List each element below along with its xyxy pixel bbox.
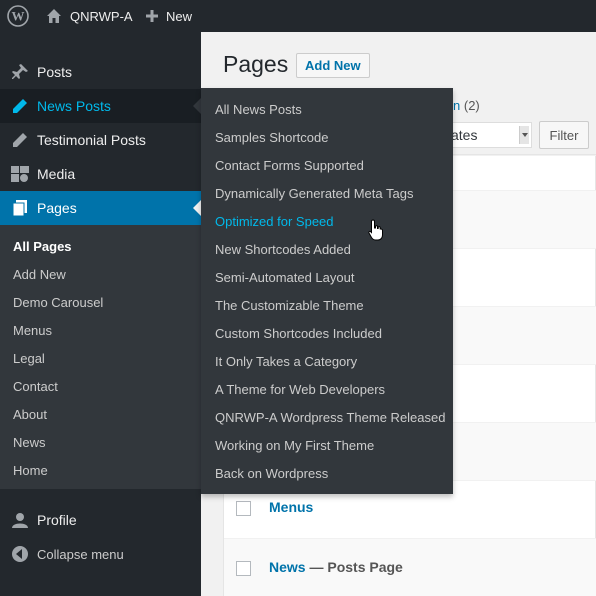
sidebar-item-label: Testimonial Posts: [37, 132, 146, 148]
table-row: News — Posts Page: [224, 538, 596, 596]
sidebar-item-label: News Posts: [37, 98, 111, 114]
media-icon: [10, 164, 30, 184]
hand-pointer-cursor-icon: [368, 219, 383, 241]
row-title: News — Posts Page: [269, 559, 403, 575]
flyout-item[interactable]: It Only Takes a Category: [215, 354, 357, 369]
flyout-item[interactable]: The Customizable Theme: [215, 298, 364, 313]
sidebar-item-label: Pages: [37, 200, 77, 216]
submenu-item-all-pages[interactable]: All Pages: [13, 239, 72, 254]
pencil-icon: [10, 96, 30, 116]
wordpress-icon: W: [7, 5, 29, 27]
row-title-link[interactable]: News: [269, 559, 306, 575]
submenu-item-menus[interactable]: Menus: [13, 323, 52, 338]
sidebar-item-profile[interactable]: Profile: [0, 503, 201, 537]
flyout-item-hovered[interactable]: Optimized for Speed: [215, 214, 334, 229]
collapse-menu-label: Collapse menu: [37, 546, 124, 562]
sidebar-item-label: Posts: [37, 64, 73, 80]
current-pointer: [193, 200, 201, 216]
status-filter-count: (2): [463, 98, 480, 113]
flyout-item[interactable]: QNRWP-A Wordpress Theme Released: [215, 410, 445, 425]
submenu-item-news[interactable]: News: [13, 435, 46, 450]
sidebar-item-media[interactable]: Media: [0, 157, 201, 191]
plus-icon: [146, 10, 158, 22]
sidebar-item-pages[interactable]: Pages: [0, 191, 201, 225]
sidebar-item-label: Profile: [37, 512, 77, 528]
site-name-link[interactable]: QNRWP-A: [46, 0, 133, 32]
admin-bar: W QNRWP-A New: [0, 0, 596, 32]
filter-button[interactable]: Filter: [539, 121, 589, 149]
submenu-item-legal[interactable]: Legal: [13, 351, 45, 366]
pushpin-icon: [10, 62, 30, 82]
sidebar-item-news-posts[interactable]: News Posts: [0, 89, 201, 123]
flyout-item[interactable]: Contact Forms Supported: [215, 158, 364, 173]
admin-sidebar: Posts News Posts Testimonial Posts Media…: [0, 32, 201, 596]
pages-submenu: All Pages Add New Demo Carousel Menus Le…: [0, 225, 201, 489]
add-new-button[interactable]: Add New: [296, 53, 370, 78]
wordpress-logo-button[interactable]: W: [7, 0, 31, 32]
submenu-item-about[interactable]: About: [13, 407, 47, 422]
submenu-item-contact[interactable]: Contact: [13, 379, 58, 394]
chevron-down-icon: [519, 126, 529, 144]
svg-text:W: W: [12, 9, 25, 24]
row-title-link[interactable]: Menus: [269, 499, 313, 515]
flyout-pointer: [193, 98, 201, 114]
sidebar-item-posts[interactable]: Posts: [0, 55, 201, 89]
flyout-item[interactable]: Working on My First Theme: [215, 438, 374, 453]
site-name: QNRWP-A: [70, 8, 133, 24]
row-post-state: — Posts Page: [305, 559, 403, 575]
new-content-link[interactable]: New: [146, 0, 192, 32]
flyout-item-all-news-posts[interactable]: All News Posts: [215, 102, 302, 117]
row-checkbox[interactable]: [236, 561, 251, 576]
new-label: New: [166, 8, 193, 24]
page-title: Pages: [223, 51, 289, 77]
collapse-menu-button[interactable]: Collapse menu: [0, 537, 201, 571]
flyout-item[interactable]: Back on Wordpress: [215, 466, 328, 481]
flyout-item[interactable]: New Shortcodes Added: [215, 242, 351, 257]
flyout-item[interactable]: Semi-Automated Layout: [215, 270, 354, 285]
collapse-icon: [10, 544, 30, 564]
submenu-item-add-new[interactable]: Add New: [13, 267, 66, 282]
status-filter-links: n (2): [453, 98, 480, 113]
pages-icon: [10, 198, 30, 218]
flyout-item[interactable]: Samples Shortcode: [215, 130, 328, 145]
pencil-icon: [10, 130, 30, 150]
sidebar-item-testimonial-posts[interactable]: Testimonial Posts: [0, 123, 201, 157]
news-posts-flyout-menu: All News Posts Samples Shortcode Contact…: [201, 88, 453, 494]
flyout-item[interactable]: Dynamically Generated Meta Tags: [215, 186, 413, 201]
flyout-item[interactable]: A Theme for Web Developers: [215, 382, 385, 397]
sidebar-item-label: Media: [37, 166, 76, 182]
home-icon: [47, 9, 61, 23]
user-icon: [10, 510, 30, 530]
dates-filter-value: ates: [451, 127, 478, 143]
row-checkbox[interactable]: [236, 501, 251, 516]
flyout-item[interactable]: Custom Shortcodes Included: [215, 326, 382, 341]
submenu-item-demo-carousel[interactable]: Demo Carousel: [13, 295, 103, 310]
status-filter-link[interactable]: n: [453, 98, 460, 113]
submenu-item-home[interactable]: Home: [13, 463, 48, 478]
